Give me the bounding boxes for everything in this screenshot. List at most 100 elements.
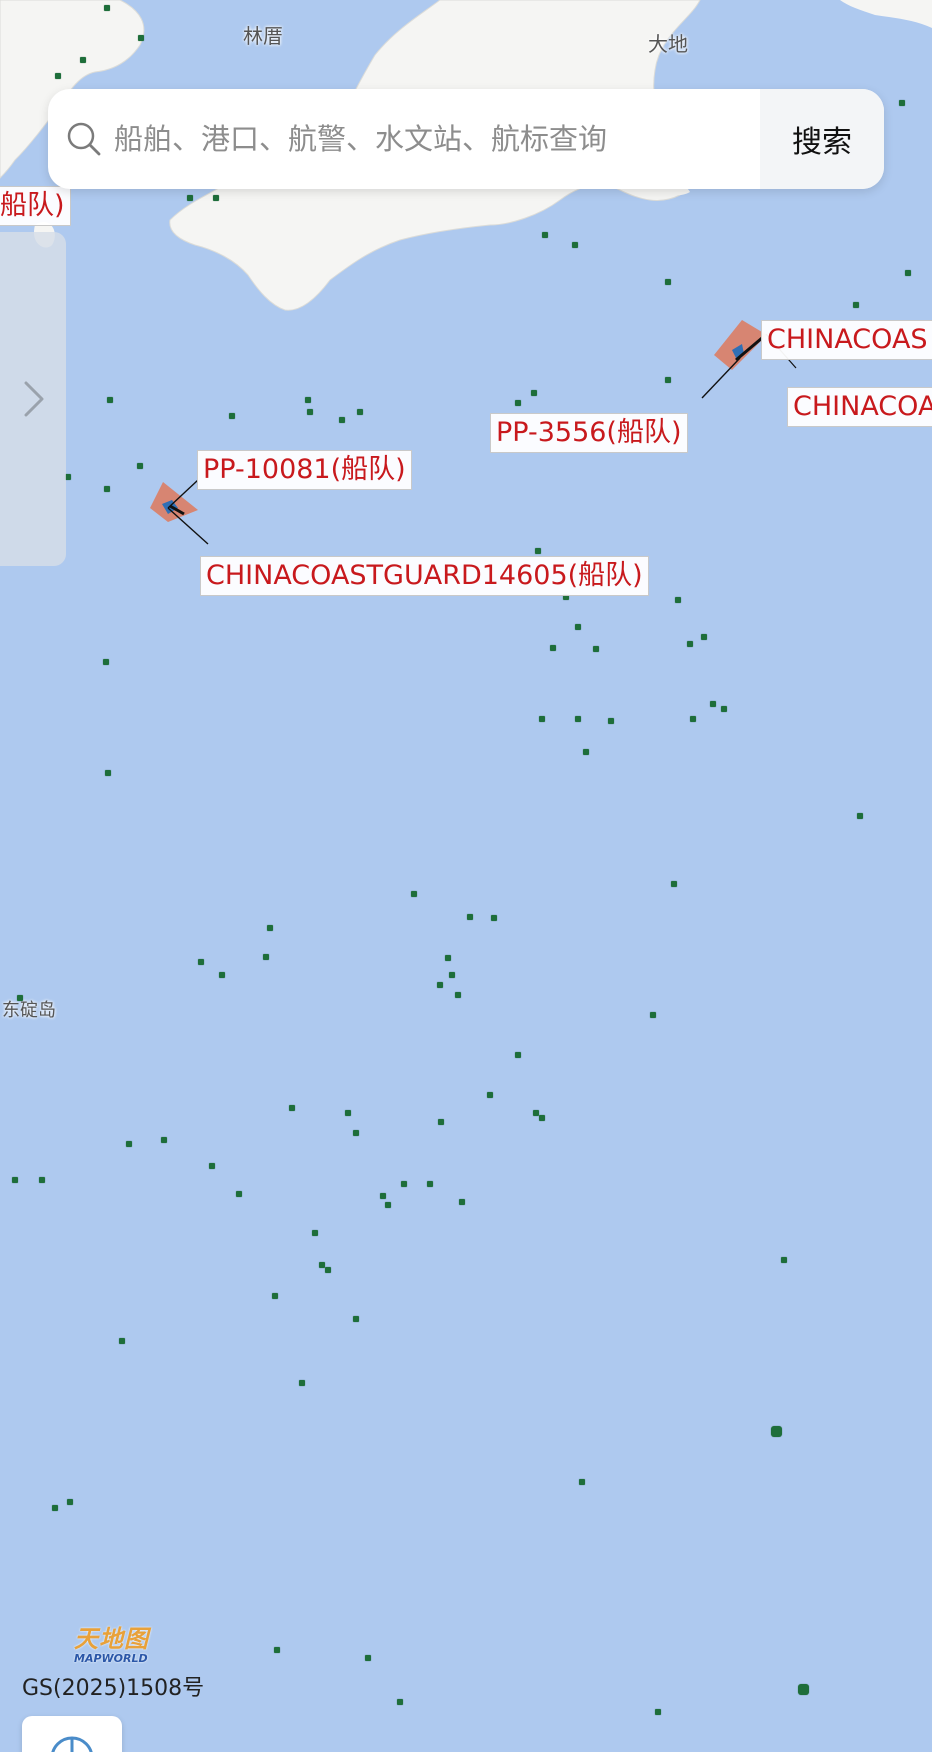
search-input[interactable] xyxy=(112,108,760,170)
ais-target-dot[interactable] xyxy=(455,992,461,998)
ais-target-dot[interactable] xyxy=(491,915,497,921)
ais-target-dot[interactable] xyxy=(107,397,113,403)
ais-target-dot[interactable] xyxy=(445,955,451,961)
ais-target-dot[interactable] xyxy=(17,995,23,1001)
ais-target-dot[interactable] xyxy=(357,409,363,415)
ais-target-dot[interactable] xyxy=(299,1380,305,1386)
ais-target-dot[interactable] xyxy=(411,891,417,897)
ais-target-dot[interactable] xyxy=(353,1316,359,1322)
ais-target-dot[interactable] xyxy=(105,770,111,776)
ais-target-dot[interactable] xyxy=(305,397,311,403)
ais-target-dot[interactable] xyxy=(126,1141,132,1147)
ais-target-dot[interactable] xyxy=(675,597,681,603)
ais-target-dot[interactable] xyxy=(467,914,473,920)
ais-target-dot[interactable] xyxy=(579,1479,585,1485)
ais-target-dot[interactable] xyxy=(650,1012,656,1018)
ais-target-dot[interactable] xyxy=(542,232,548,238)
ais-target-dot[interactable] xyxy=(380,1193,386,1199)
search-button[interactable]: 搜索 xyxy=(760,89,884,189)
ais-target-dot[interactable] xyxy=(771,1426,782,1437)
ais-target-dot[interactable] xyxy=(325,1267,331,1273)
ais-target-dot[interactable] xyxy=(52,1505,58,1511)
ais-target-dot[interactable] xyxy=(39,1177,45,1183)
vessel-label-pp3556[interactable]: PP-3556(船队) xyxy=(490,413,688,453)
ais-target-dot[interactable] xyxy=(103,659,109,665)
ais-target-dot[interactable] xyxy=(119,1338,125,1344)
ais-target-dot[interactable] xyxy=(583,749,589,755)
vessel-label-ccg14605[interactable]: CHINACOASTGUARD14605(船队) xyxy=(200,556,649,596)
ais-target-dot[interactable] xyxy=(459,1199,465,1205)
ais-target-dot[interactable] xyxy=(671,881,677,887)
ais-target-dot[interactable] xyxy=(137,463,143,469)
ais-target-dot[interactable] xyxy=(575,716,581,722)
ais-target-dot[interactable] xyxy=(515,400,521,406)
ais-target-dot[interactable] xyxy=(12,1177,18,1183)
ais-target-dot[interactable] xyxy=(267,925,273,931)
ais-target-dot[interactable] xyxy=(665,279,671,285)
ais-target-dot[interactable] xyxy=(401,1181,407,1187)
ais-target-dot[interactable] xyxy=(572,242,578,248)
ais-target-dot[interactable] xyxy=(67,1499,73,1505)
chevron-right-icon[interactable] xyxy=(18,377,48,421)
ais-target-dot[interactable] xyxy=(710,701,716,707)
ais-target-dot[interactable] xyxy=(687,641,693,647)
ais-target-dot[interactable] xyxy=(198,959,204,965)
ais-target-dot[interactable] xyxy=(437,982,443,988)
ais-target-dot[interactable] xyxy=(438,1119,444,1125)
ais-target-dot[interactable] xyxy=(104,5,110,11)
ais-target-dot[interactable] xyxy=(721,706,727,712)
ais-target-dot[interactable] xyxy=(701,634,707,640)
map-view[interactable]: 林厝 大地 东碇岛 船队) PP-10081(船队) CHINACOASTGUA… xyxy=(0,0,932,1752)
ais-target-dot[interactable] xyxy=(138,35,144,41)
ais-target-dot[interactable] xyxy=(187,195,193,201)
ais-target-dot[interactable] xyxy=(798,1684,809,1695)
ais-target-dot[interactable] xyxy=(608,718,614,724)
ais-target-dot[interactable] xyxy=(229,413,235,419)
ais-target-dot[interactable] xyxy=(550,645,556,651)
ais-target-dot[interactable] xyxy=(219,972,225,978)
ais-target-dot[interactable] xyxy=(312,1230,318,1236)
ais-target-dot[interactable] xyxy=(213,195,219,201)
ais-target-dot[interactable] xyxy=(427,1181,433,1187)
ais-target-dot[interactable] xyxy=(690,716,696,722)
ais-target-dot[interactable] xyxy=(161,1137,167,1143)
ais-target-dot[interactable] xyxy=(80,57,86,63)
ais-target-dot[interactable] xyxy=(899,100,905,106)
ais-target-dot[interactable] xyxy=(272,1293,278,1299)
ais-target-dot[interactable] xyxy=(593,646,599,652)
ais-target-dot[interactable] xyxy=(515,1052,521,1058)
ais-target-dot[interactable] xyxy=(209,1163,215,1169)
ais-target-dot[interactable] xyxy=(263,954,269,960)
ais-target-dot[interactable] xyxy=(274,1647,280,1653)
vessel-label-partial[interactable]: 船队) xyxy=(0,186,71,226)
ais-target-dot[interactable] xyxy=(236,1191,242,1197)
ais-target-dot[interactable] xyxy=(449,972,455,978)
ais-target-dot[interactable] xyxy=(104,486,110,492)
ais-target-dot[interactable] xyxy=(535,548,541,554)
ais-target-dot[interactable] xyxy=(55,73,61,79)
ais-target-dot[interactable] xyxy=(781,1257,787,1263)
ais-target-dot[interactable] xyxy=(365,1655,371,1661)
ais-target-dot[interactable] xyxy=(905,270,911,276)
ais-target-dot[interactable] xyxy=(857,813,863,819)
ais-target-dot[interactable] xyxy=(339,417,345,423)
vessel-label-ccg-second[interactable]: CHINACOA xyxy=(787,387,932,427)
vessel-label-pp10081[interactable]: PP-10081(船队) xyxy=(197,450,412,490)
ais-target-dot[interactable] xyxy=(345,1110,351,1116)
ais-target-dot[interactable] xyxy=(307,409,313,415)
ais-target-dot[interactable] xyxy=(533,1110,539,1116)
ais-target-dot[interactable] xyxy=(397,1699,403,1705)
ais-target-dot[interactable] xyxy=(353,1130,359,1136)
vessel-label-ccg-top[interactable]: CHINACOAS xyxy=(761,320,932,360)
ais-target-dot[interactable] xyxy=(539,716,545,722)
ais-target-dot[interactable] xyxy=(853,302,859,308)
ais-target-dot[interactable] xyxy=(539,1115,545,1121)
ais-target-dot[interactable] xyxy=(487,1092,493,1098)
ais-target-dot[interactable] xyxy=(531,390,537,396)
ais-target-dot[interactable] xyxy=(385,1202,391,1208)
ais-target-dot[interactable] xyxy=(289,1105,295,1111)
ais-target-dot[interactable] xyxy=(665,377,671,383)
ais-target-dot[interactable] xyxy=(655,1709,661,1715)
ais-target-dot[interactable] xyxy=(575,624,581,630)
locate-button[interactable] xyxy=(22,1716,122,1752)
